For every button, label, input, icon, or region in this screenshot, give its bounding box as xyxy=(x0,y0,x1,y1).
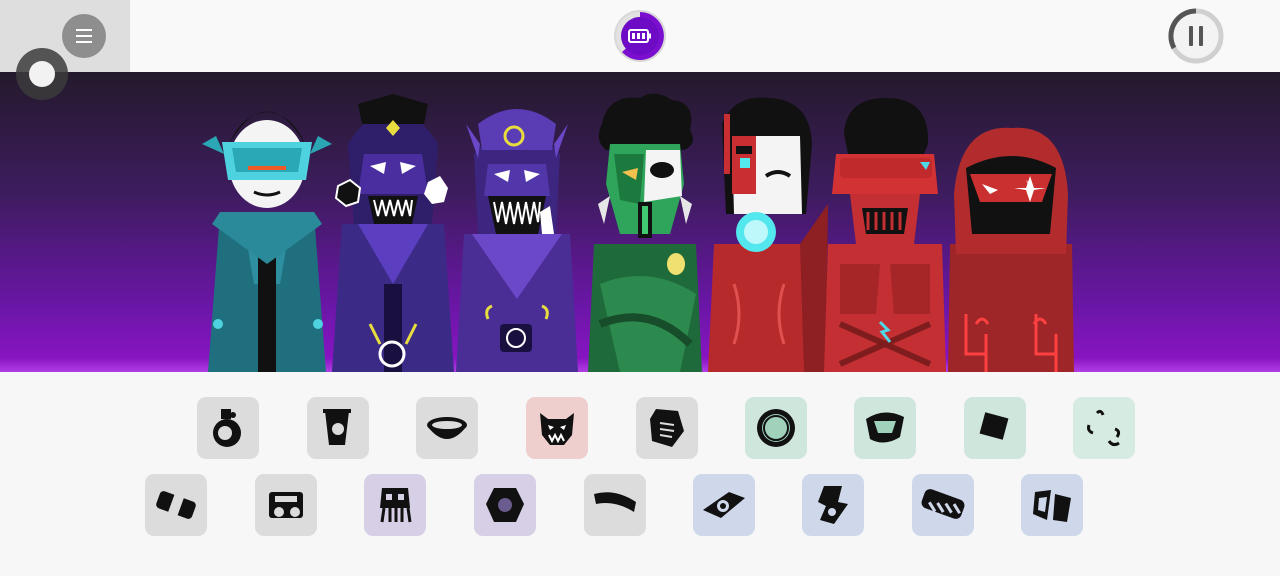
blue-chain-icon-tile[interactable] xyxy=(912,474,974,536)
gray-cup-icon xyxy=(323,409,351,445)
purple-squid-icon-tile[interactable] xyxy=(364,474,426,536)
pause-button[interactable] xyxy=(1168,8,1224,64)
hamburger-menu-button[interactable] xyxy=(62,14,106,58)
green-leaf-icon-tile[interactable] xyxy=(854,397,916,459)
gray-band-icon xyxy=(594,492,636,512)
battery-icon xyxy=(616,12,664,60)
gray-band-icon-tile[interactable] xyxy=(584,474,646,536)
green-dots-icon xyxy=(1087,409,1121,447)
teal-visor-character[interactable] xyxy=(202,84,332,372)
gray-bowl-icon xyxy=(427,417,467,439)
green-leaf-icon xyxy=(866,412,904,443)
gray-machine-icon-tile[interactable] xyxy=(255,474,317,536)
character-stage xyxy=(0,72,1280,372)
blue-eye-icon-tile[interactable] xyxy=(693,474,755,536)
pause-icon xyxy=(1168,8,1224,64)
red-helmet-character[interactable] xyxy=(820,84,950,372)
hamburger-menu-icon xyxy=(76,29,92,43)
gray-machine-icon xyxy=(269,492,303,518)
gray-note-icon xyxy=(650,409,684,447)
purple-squid-icon xyxy=(380,488,412,523)
gray-capsule-icon xyxy=(156,491,196,519)
blue-bolt-icon-tile[interactable] xyxy=(802,474,864,536)
blue-shards-icon-tile[interactable] xyxy=(1021,474,1083,536)
gray-bowl-icon-tile[interactable] xyxy=(416,397,478,459)
toggle-dot-icon xyxy=(29,61,55,87)
mode-button[interactable] xyxy=(614,10,666,62)
gray-bell-icon-tile[interactable] xyxy=(197,397,259,459)
red-monster-icon-tile[interactable] xyxy=(526,397,588,459)
purple-hex-icon xyxy=(486,488,524,522)
green-dots-icon-tile[interactable] xyxy=(1073,397,1135,459)
red-monster-icon xyxy=(540,413,574,445)
floating-toggle-button[interactable] xyxy=(16,48,68,100)
violet-grin-character[interactable] xyxy=(452,84,582,372)
green-mask-character[interactable] xyxy=(580,84,710,372)
gray-bell-icon xyxy=(213,409,241,447)
gray-cup-icon-tile[interactable] xyxy=(307,397,369,459)
purple-skull-character[interactable] xyxy=(328,84,458,372)
blue-eye-icon xyxy=(703,492,745,518)
purple-hex-icon-tile[interactable] xyxy=(474,474,536,536)
gray-note-icon-tile[interactable] xyxy=(636,397,698,459)
blue-chain-icon xyxy=(921,489,965,519)
green-gear-ring-icon xyxy=(757,409,795,447)
gray-capsule-icon-tile[interactable] xyxy=(145,474,207,536)
green-gear-ring-icon-tile[interactable] xyxy=(745,397,807,459)
blue-bolt-icon xyxy=(818,486,848,524)
sound-icon-palette xyxy=(0,372,1280,576)
red-hood-character[interactable] xyxy=(946,84,1076,372)
green-square-icon-tile[interactable] xyxy=(964,397,1026,459)
top-bar xyxy=(0,0,1280,72)
blue-shards-icon xyxy=(1033,490,1071,522)
red-cyborg-character[interactable] xyxy=(704,84,834,372)
green-square-icon xyxy=(979,412,1009,440)
